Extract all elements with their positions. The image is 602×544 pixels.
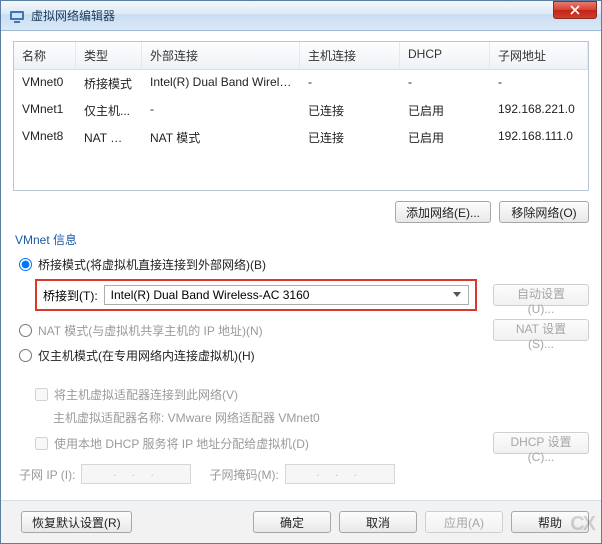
bridge-radio-label: 桥接模式(将虚拟机直接连接到外部网络)(B) bbox=[38, 256, 266, 273]
cell: - bbox=[400, 72, 490, 95]
nat-set-button: NAT 设置(S)... bbox=[493, 319, 589, 341]
cell: 桥接模式 bbox=[76, 72, 142, 95]
titlebar[interactable]: 虚拟网络编辑器 bbox=[1, 1, 601, 31]
adapter-name-line: 主机虚拟适配器名称: VMware 网络适配器 VMnet0 bbox=[53, 409, 589, 426]
dhcp-check-label: 使用本地 DHCP 服务将 IP 地址分配给虚拟机(D) bbox=[54, 435, 309, 452]
ok-button[interactable]: 确定 bbox=[253, 511, 331, 533]
connect-host-label: 将主机虚拟适配器连接到此网络(V) bbox=[54, 386, 238, 403]
subnet-mask-label: 子网掩码(M): bbox=[209, 466, 278, 483]
connect-host-checkbox bbox=[35, 388, 48, 401]
hostonly-radio-label: 仅主机模式(在专用网络内连接虚拟机)(H) bbox=[38, 347, 255, 364]
cell: Intel(R) Dual Band Wireless-... bbox=[142, 72, 300, 95]
close-icon bbox=[570, 5, 580, 15]
cell: - bbox=[300, 72, 400, 95]
restore-defaults-button[interactable]: 恢复默认设置(R) bbox=[21, 511, 132, 533]
col-type[interactable]: 类型 bbox=[76, 42, 142, 69]
table-row[interactable]: VMnet8 NAT 模式 NAT 模式 已连接 已启用 192.168.111… bbox=[14, 124, 588, 151]
cell: VMnet0 bbox=[14, 72, 76, 95]
auto-set-button: 自动设置(U)... bbox=[493, 284, 589, 306]
cell: 192.168.221.0 bbox=[490, 99, 588, 122]
table-row[interactable]: VMnet1 仅主机... - 已连接 已启用 192.168.221.0 bbox=[14, 97, 588, 124]
add-network-button[interactable]: 添加网络(E)... bbox=[395, 201, 491, 223]
connect-host-check-row: 将主机虚拟适配器连接到此网络(V) bbox=[35, 386, 589, 403]
cell: 已连接 bbox=[300, 99, 400, 122]
col-dhcp[interactable]: DHCP bbox=[400, 42, 490, 69]
col-subnet[interactable]: 子网地址 bbox=[490, 42, 588, 69]
hostonly-radio[interactable] bbox=[19, 349, 32, 362]
watermark: CX bbox=[570, 513, 594, 536]
bridge-to-value: Intel(R) Dual Band Wireless-AC 3160 bbox=[111, 288, 310, 302]
vnet-editor-window: 虚拟网络编辑器 名称 类型 外部连接 主机连接 DHCP 子网地址 VMnet0… bbox=[0, 0, 602, 544]
nat-radio[interactable] bbox=[19, 324, 32, 337]
cell: 已连接 bbox=[300, 126, 400, 149]
cell: 已启用 bbox=[400, 99, 490, 122]
bridge-to-select[interactable]: Intel(R) Dual Band Wireless-AC 3160 bbox=[104, 285, 469, 305]
cell: NAT 模式 bbox=[142, 126, 300, 149]
cell: 192.168.111.0 bbox=[490, 126, 588, 149]
subnet-ip-input: . . . bbox=[81, 464, 191, 484]
cell: VMnet1 bbox=[14, 99, 76, 122]
dhcp-set-button: DHCP 设置(C)... bbox=[493, 432, 589, 454]
window-title: 虚拟网络编辑器 bbox=[31, 7, 553, 24]
subnet-ip-label: 子网 IP (I): bbox=[19, 466, 75, 483]
cancel-button[interactable]: 取消 bbox=[339, 511, 417, 533]
col-name[interactable]: 名称 bbox=[14, 42, 76, 69]
subnet-mask-input: . . . bbox=[285, 464, 395, 484]
bridge-radio[interactable] bbox=[19, 258, 32, 271]
apply-button: 应用(A) bbox=[425, 511, 503, 533]
nat-radio-label: NAT 模式(与虚拟机共享主机的 IP 地址)(N) bbox=[38, 322, 263, 339]
bridge-radio-row[interactable]: 桥接模式(将虚拟机直接连接到外部网络)(B) bbox=[19, 256, 589, 273]
chevron-down-icon bbox=[450, 288, 464, 302]
nat-radio-row[interactable]: NAT 模式(与虚拟机共享主机的 IP 地址)(N) NAT 设置(S)... bbox=[19, 319, 589, 341]
dhcp-checkbox bbox=[35, 437, 48, 450]
vmnet-info-label: VMnet 信息 bbox=[15, 231, 589, 248]
cell: - bbox=[142, 99, 300, 122]
table-row[interactable]: VMnet0 桥接模式 Intel(R) Dual Band Wireless-… bbox=[14, 70, 588, 97]
cell: VMnet8 bbox=[14, 126, 76, 149]
cell: 已启用 bbox=[400, 126, 490, 149]
cell: - bbox=[490, 72, 588, 95]
vmnet-table[interactable]: 名称 类型 外部连接 主机连接 DHCP 子网地址 VMnet0 桥接模式 In… bbox=[13, 41, 589, 191]
bridge-to-label: 桥接到(T): bbox=[43, 287, 98, 304]
app-icon bbox=[9, 8, 25, 24]
col-host[interactable]: 主机连接 bbox=[300, 42, 400, 69]
dialog-footer: 恢复默认设置(R) 确定 取消 应用(A) 帮助 bbox=[1, 500, 601, 543]
cell: NAT 模式 bbox=[76, 126, 142, 149]
cell: 仅主机... bbox=[76, 99, 142, 122]
col-ext[interactable]: 外部连接 bbox=[142, 42, 300, 69]
hostonly-radio-row[interactable]: 仅主机模式(在专用网络内连接虚拟机)(H) bbox=[19, 347, 589, 364]
table-header-row: 名称 类型 外部连接 主机连接 DHCP 子网地址 bbox=[14, 42, 588, 70]
close-button[interactable] bbox=[553, 1, 597, 19]
bridge-to-highlight: 桥接到(T): Intel(R) Dual Band Wireless-AC 3… bbox=[35, 279, 477, 311]
remove-network-button[interactable]: 移除网络(O) bbox=[499, 201, 589, 223]
